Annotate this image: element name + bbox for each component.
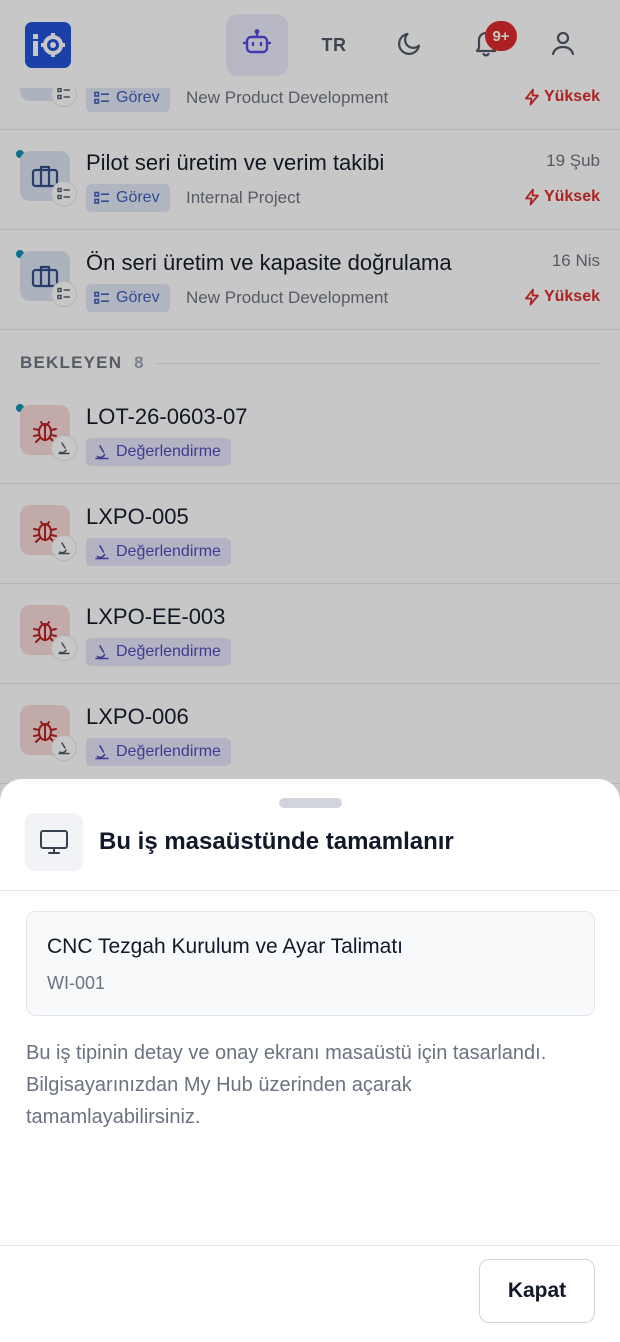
footer-divider: [0, 1245, 620, 1246]
work-item-card: CNC Tezgah Kurulum ve Ayar Talimatı WI-0…: [26, 911, 595, 1016]
sheet-drag-handle[interactable]: [279, 798, 342, 808]
work-item-title: CNC Tezgah Kurulum ve Ayar Talimatı: [47, 935, 403, 958]
bottom-sheet: Bu iş masaüstünde tamamlanır CNC Tezgah …: [0, 779, 620, 1342]
sheet-description: Bu iş tipinin detay ve onay ekranı masaü…: [26, 1042, 547, 1128]
sheet-title: Bu iş masaüstünde tamamlanır: [99, 828, 454, 855]
close-button[interactable]: Kapat: [479, 1259, 595, 1323]
monitor-icon: [25, 813, 83, 871]
sheet-divider: [0, 890, 620, 891]
work-item-code: WI-001: [47, 973, 106, 993]
